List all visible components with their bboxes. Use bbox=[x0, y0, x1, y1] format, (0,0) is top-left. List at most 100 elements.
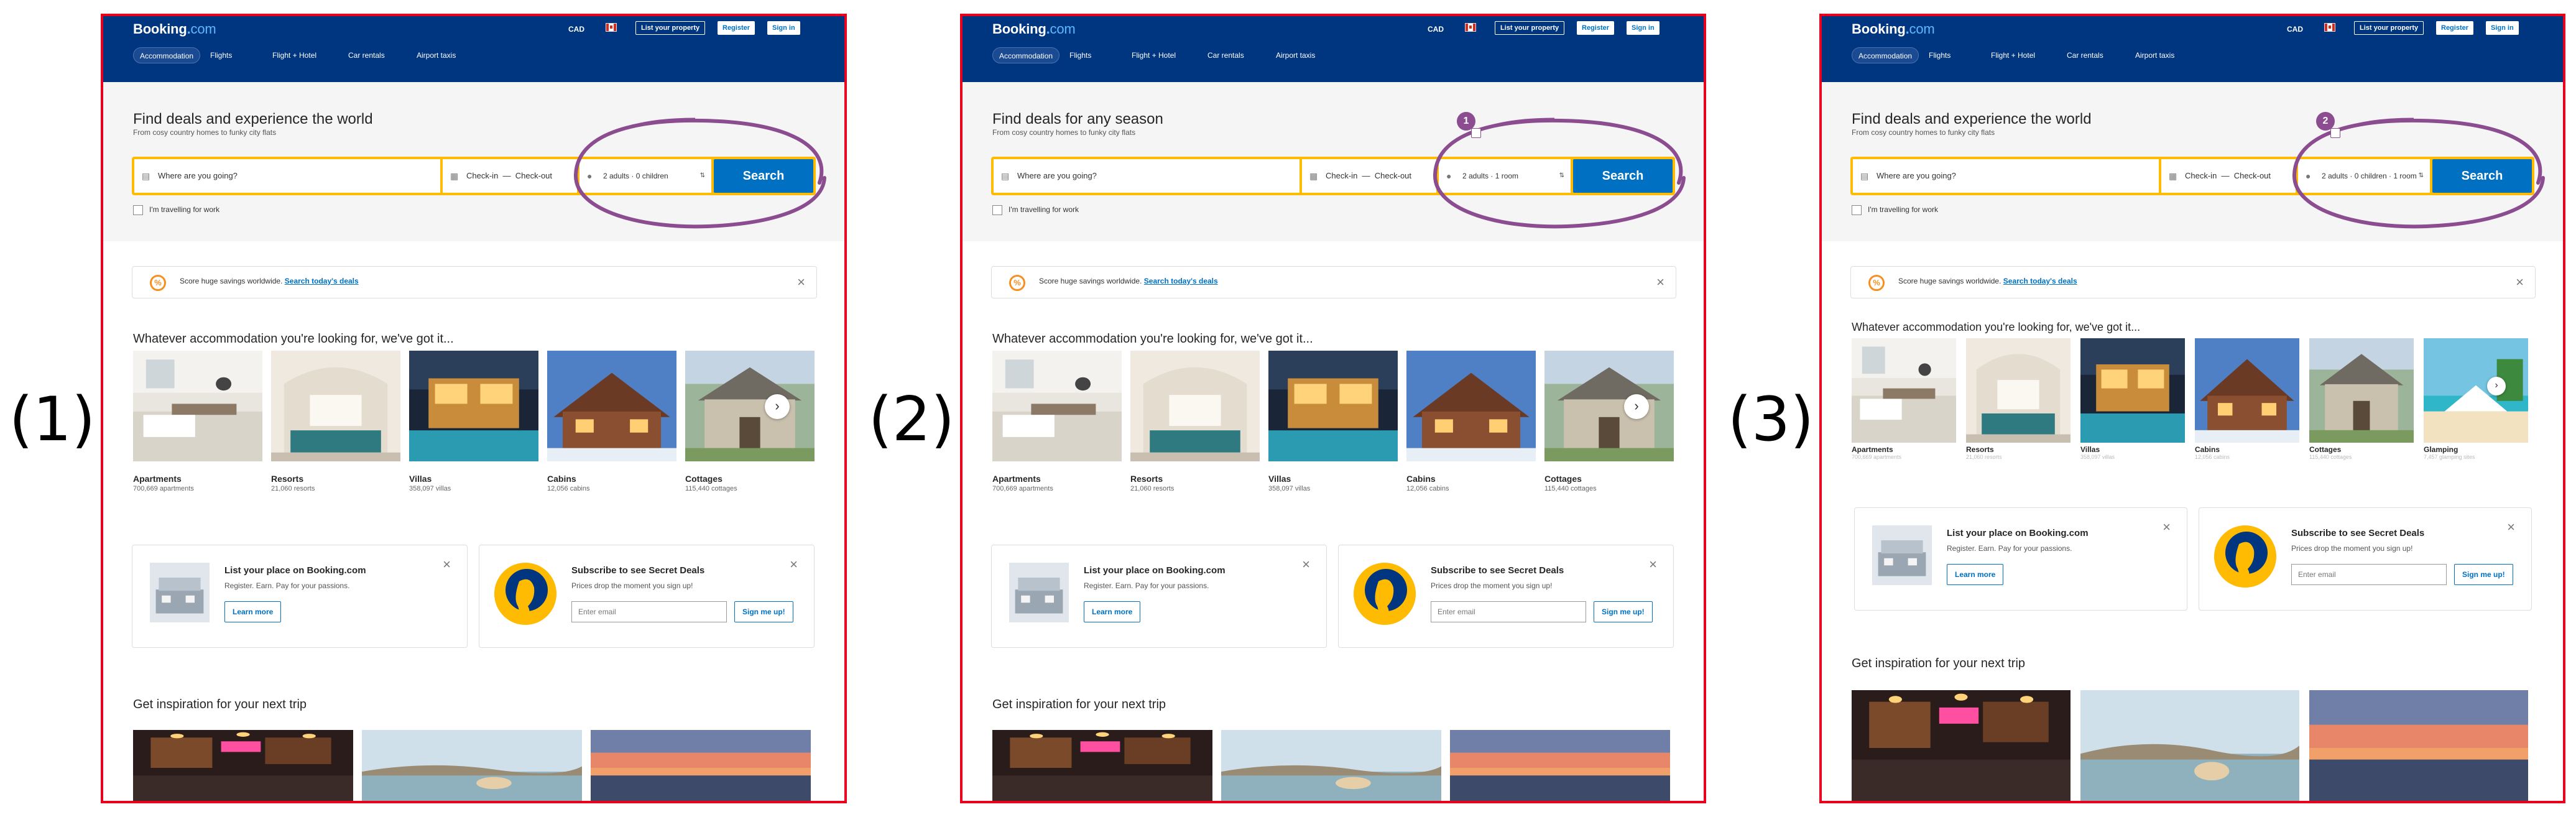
booking-logo[interactable]: Booking.com bbox=[992, 21, 1076, 37]
accommodation-card-cottages[interactable]: Cottages 115,440 cottages bbox=[685, 351, 815, 499]
inspiration-photo-1[interactable] bbox=[133, 730, 353, 801]
sign-up-button[interactable]: Sign me up! bbox=[1594, 601, 1653, 622]
guests-field[interactable]: ● 2 adults · 0 children · 1 room ⇅ bbox=[2298, 159, 2430, 193]
inspiration-photo-3[interactable] bbox=[2309, 690, 2528, 801]
business-travel-checkbox[interactable] bbox=[133, 205, 143, 215]
sign-in-button[interactable]: Sign in bbox=[2486, 21, 2519, 35]
currency-button[interactable]: CAD bbox=[1428, 25, 1444, 34]
learn-more-button[interactable]: Learn more bbox=[224, 601, 282, 622]
register-button[interactable]: Register bbox=[1577, 21, 1615, 35]
nav-tab-0[interactable]: Accommodation bbox=[1852, 47, 1919, 63]
close-icon[interactable]: × bbox=[443, 556, 451, 573]
accommodation-card-cottages[interactable]: Cottages 115,440 cottages bbox=[1544, 351, 1674, 499]
nav-tab-2[interactable]: Flight + Hotel bbox=[1125, 47, 1182, 63]
accommodation-card-villas[interactable]: Villas 358,097 villas bbox=[409, 351, 538, 499]
inspiration-photo-1[interactable] bbox=[992, 730, 1212, 801]
savings-badge-icon: % bbox=[1009, 275, 1025, 291]
date-field[interactable]: ▦ Check-in — Check-out bbox=[1302, 159, 1436, 193]
nav-tab-1[interactable]: Flights bbox=[204, 47, 238, 63]
email-input[interactable]: Enter email bbox=[2291, 564, 2447, 585]
accommodation-card-cabins[interactable]: Cabins 12,056 cabins bbox=[547, 351, 676, 499]
search-deals-link[interactable]: Search today's deals bbox=[285, 277, 359, 285]
close-icon[interactable]: × bbox=[2516, 274, 2524, 290]
nav-tab-3[interactable]: Car rentals bbox=[1201, 47, 1250, 63]
accommodation-card-villas[interactable]: Villas 358,097 villas bbox=[1268, 351, 1398, 499]
canada-flag-icon[interactable] bbox=[2324, 23, 2335, 32]
register-button[interactable]: Register bbox=[718, 21, 755, 35]
nav-tab-4[interactable]: Airport taxis bbox=[2129, 47, 2181, 63]
canada-flag-icon[interactable] bbox=[1465, 23, 1476, 32]
list-property-button[interactable]: List your property bbox=[1495, 21, 1565, 35]
sign-up-button[interactable]: Sign me up! bbox=[2454, 564, 2513, 585]
nav-tab-2[interactable]: Flight + Hotel bbox=[266, 47, 323, 63]
close-icon[interactable]: × bbox=[797, 274, 805, 290]
email-input[interactable]: Enter email bbox=[1431, 601, 1586, 622]
sign-in-button[interactable]: Sign in bbox=[767, 21, 800, 35]
nav-tab-3[interactable]: Car rentals bbox=[342, 47, 391, 63]
accommodation-card-apartments[interactable]: Apartments 700,669 apartments bbox=[1852, 338, 1956, 480]
accommodation-card-resorts[interactable]: Resorts 21,060 resorts bbox=[1130, 351, 1260, 499]
search-deals-link[interactable]: Search today's deals bbox=[1144, 277, 1218, 285]
register-button[interactable]: Register bbox=[2436, 21, 2474, 35]
booking-logo[interactable]: Booking.com bbox=[1852, 21, 1935, 37]
business-travel-checkbox[interactable] bbox=[1852, 205, 1862, 215]
email-input[interactable]: Enter email bbox=[571, 601, 727, 622]
close-icon[interactable]: × bbox=[1302, 556, 1310, 573]
close-icon[interactable]: × bbox=[1656, 274, 1664, 290]
inspiration-photo-3[interactable] bbox=[591, 730, 811, 801]
nav-tab-2[interactable]: Flight + Hotel bbox=[1985, 47, 2041, 63]
accommodation-card-apartments[interactable]: Apartments 700,669 apartments bbox=[992, 351, 1122, 499]
accommodation-card-cabins[interactable]: Cabins 12,056 cabins bbox=[1406, 351, 1536, 499]
guests-field[interactable]: ● 2 adults · 1 room ⇅ bbox=[1439, 159, 1571, 193]
inspiration-photo-2[interactable] bbox=[362, 730, 582, 801]
booking-logo[interactable]: Booking.com bbox=[133, 21, 216, 37]
guests-value: 2 adults · 1 room bbox=[1462, 172, 1519, 180]
accommodation-card-apartments[interactable]: Apartments 700,669 apartments bbox=[133, 351, 262, 499]
destination-field[interactable]: ▤ Where are you going? bbox=[134, 159, 440, 193]
sign-in-button[interactable]: Sign in bbox=[1627, 21, 1660, 35]
nav-tab-1[interactable]: Flights bbox=[1063, 47, 1097, 63]
close-icon[interactable]: × bbox=[1649, 556, 1657, 573]
nav-tab-1[interactable]: Flights bbox=[1923, 47, 1957, 63]
inspiration-photo-2[interactable] bbox=[2080, 690, 2299, 801]
close-icon[interactable]: × bbox=[2163, 519, 2171, 535]
inspiration-photo-1[interactable] bbox=[1852, 690, 2070, 801]
nav-tab-4[interactable]: Airport taxis bbox=[410, 47, 462, 63]
sign-up-button[interactable]: Sign me up! bbox=[734, 601, 793, 622]
search-button[interactable]: Search bbox=[714, 159, 813, 193]
inspiration-photo-3[interactable] bbox=[1450, 730, 1670, 801]
search-button[interactable]: Search bbox=[2432, 159, 2532, 193]
accommodation-card-villas[interactable]: Villas 358,097 villas bbox=[2080, 338, 2185, 480]
close-icon[interactable]: × bbox=[790, 556, 798, 573]
list-property-button[interactable]: List your property bbox=[2354, 21, 2424, 35]
carousel-next-arrow-icon[interactable]: › bbox=[2487, 377, 2506, 395]
currency-button[interactable]: CAD bbox=[568, 25, 584, 34]
nav-tab-3[interactable]: Car rentals bbox=[2061, 47, 2110, 63]
list-property-button[interactable]: List your property bbox=[635, 21, 706, 35]
search-deals-link[interactable]: Search today's deals bbox=[2003, 277, 2077, 285]
accommodation-photo bbox=[1406, 351, 1536, 461]
currency-button[interactable]: CAD bbox=[2287, 25, 2303, 34]
nav-tab-4[interactable]: Airport taxis bbox=[1270, 47, 1321, 63]
destination-field[interactable]: ▤ Where are you going? bbox=[1853, 159, 2159, 193]
accommodation-card-cabins[interactable]: Cabins 12,056 cabins bbox=[2195, 338, 2299, 480]
inspiration-photo-2[interactable] bbox=[1221, 730, 1441, 801]
accommodation-card-glamping[interactable]: Glamping 7,457 glamping sites bbox=[2424, 338, 2528, 480]
nav-tab-0[interactable]: Accommodation bbox=[133, 47, 201, 63]
carousel-next-arrow-icon[interactable]: › bbox=[1624, 394, 1649, 419]
close-icon[interactable]: × bbox=[2507, 519, 2515, 535]
search-button[interactable]: Search bbox=[1573, 159, 1673, 193]
carousel-next-arrow-icon[interactable]: › bbox=[765, 394, 790, 419]
date-field[interactable]: ▦ Check-in — Check-out bbox=[443, 159, 577, 193]
learn-more-button[interactable]: Learn more bbox=[1084, 601, 1141, 622]
accommodation-card-resorts[interactable]: Resorts 21,060 resorts bbox=[271, 351, 400, 499]
accommodation-card-cottages[interactable]: Cottages 115,440 cottages bbox=[2309, 338, 2414, 480]
destination-field[interactable]: ▤ Where are you going? bbox=[994, 159, 1300, 193]
date-field[interactable]: ▦ Check-in — Check-out bbox=[2161, 159, 2296, 193]
accommodation-card-resorts[interactable]: Resorts 21,060 resorts bbox=[1966, 338, 2070, 480]
learn-more-button[interactable]: Learn more bbox=[1947, 564, 2004, 585]
canada-flag-icon[interactable] bbox=[606, 23, 617, 32]
guests-field[interactable]: ● 2 adults · 0 children ⇅ bbox=[579, 159, 711, 193]
business-travel-checkbox[interactable] bbox=[992, 205, 1002, 215]
nav-tab-0[interactable]: Accommodation bbox=[992, 47, 1060, 63]
